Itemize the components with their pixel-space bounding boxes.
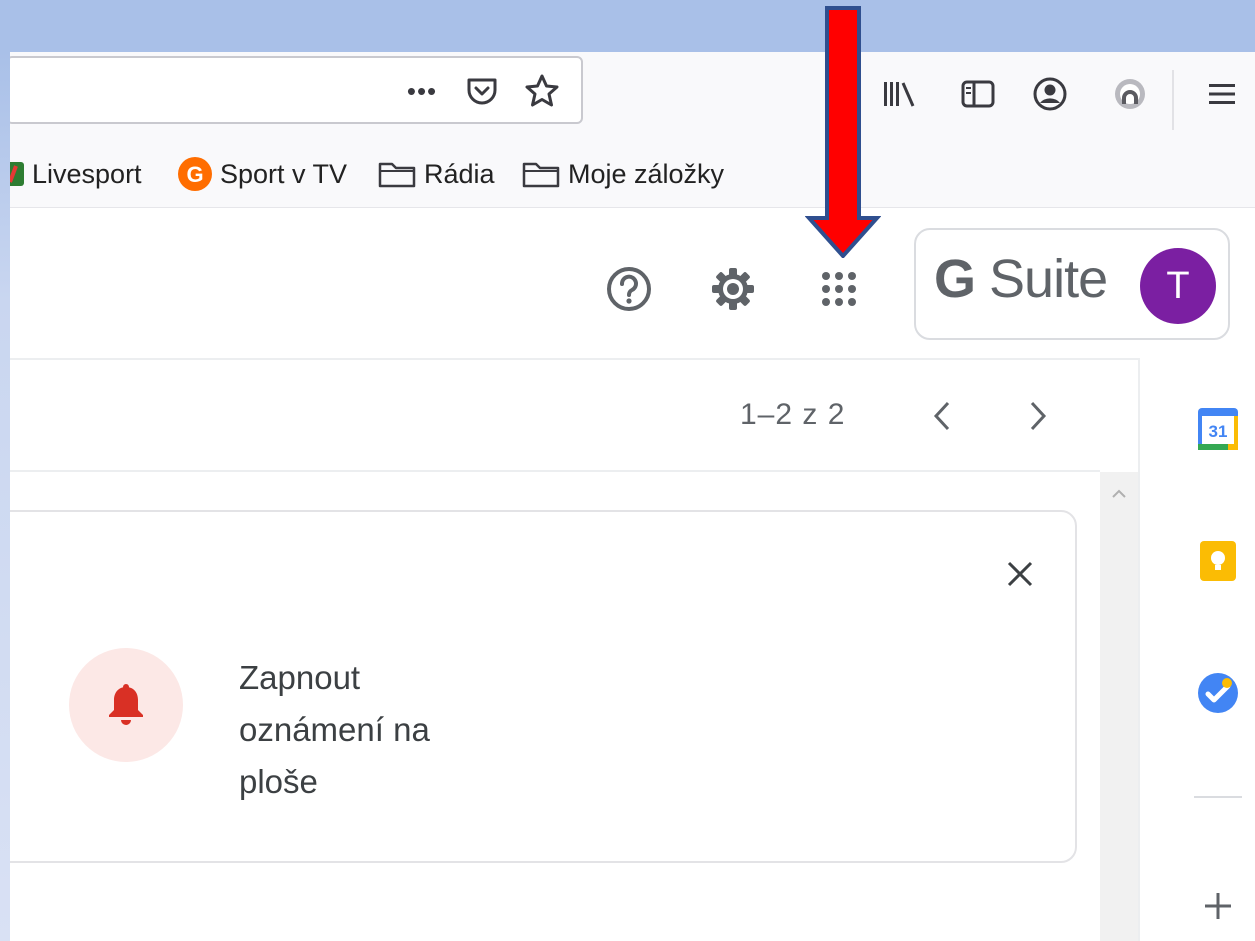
- notification-card: Zapnout oznámení na ploše: [10, 510, 1077, 863]
- side-panel-divider: [1194, 796, 1242, 798]
- scroll-up-icon[interactable]: [1108, 486, 1130, 502]
- bookmark-label: Rádia: [424, 158, 495, 189]
- extension-icon[interactable]: [1108, 72, 1152, 116]
- browser-window: ••• Livesport G Sport v TV Rádia Moje zá…: [10, 52, 1255, 941]
- bookmark-label: Moje záložky: [568, 158, 725, 189]
- chevron-right-icon[interactable]: [1018, 394, 1058, 438]
- url-bar[interactable]: •••: [10, 56, 583, 124]
- scrollbar[interactable]: [1100, 472, 1138, 941]
- folder-icon: [378, 162, 416, 188]
- svg-text:G: G: [186, 162, 203, 187]
- bookmark-livesport[interactable]: Livesport: [10, 152, 142, 196]
- bell-icon: [109, 684, 143, 725]
- close-icon[interactable]: [1000, 554, 1040, 594]
- sidebar-icon[interactable]: [956, 74, 1000, 114]
- hamburger-menu-icon[interactable]: [1200, 74, 1244, 114]
- bookmark-radia[interactable]: Rádia: [378, 152, 495, 196]
- help-icon[interactable]: [602, 262, 656, 316]
- apps-grid-icon[interactable]: [812, 262, 866, 316]
- red-arrow-annotation: [805, 6, 881, 258]
- bookmark-moje-zalozky[interactable]: Moje záložky: [522, 152, 724, 196]
- bell-icon-container: [69, 648, 183, 762]
- gmail-page: G Suite T 1–2 z 2 Zapnout oznámení na pl…: [10, 207, 1255, 941]
- list-divider: [10, 470, 1100, 472]
- avatar[interactable]: T: [1140, 248, 1216, 324]
- library-icon[interactable]: [878, 74, 922, 114]
- toolbar-separator: [1172, 70, 1174, 130]
- notification-text[interactable]: Zapnout oznámení na ploše: [239, 652, 499, 808]
- more-dots-icon[interactable]: •••: [400, 74, 444, 108]
- add-addon-icon[interactable]: [1194, 882, 1242, 930]
- bookmark-label: Livesport: [32, 158, 142, 189]
- livesport-favicon: [10, 162, 24, 186]
- google-tasks-icon[interactable]: [1194, 668, 1242, 718]
- bookmark-sport-v-tv[interactable]: G Sport v TV: [178, 152, 347, 196]
- pagination-count: 1–2 z 2: [740, 398, 846, 431]
- sport-tv-favicon: G: [178, 157, 212, 191]
- chevron-left-icon[interactable]: [922, 394, 962, 438]
- side-panel: 31: [1138, 358, 1255, 941]
- google-calendar-icon[interactable]: 31: [1194, 404, 1242, 454]
- gsuite-logo: G Suite: [934, 249, 1108, 309]
- account-icon[interactable]: [1028, 72, 1072, 116]
- gsuite-account-button[interactable]: G Suite T: [914, 228, 1230, 340]
- calendar-day: 31: [1209, 422, 1228, 441]
- bookmark-label: Sport v TV: [220, 158, 348, 189]
- header-divider: [10, 358, 1255, 360]
- pocket-icon[interactable]: [462, 71, 502, 111]
- folder-icon: [522, 162, 560, 188]
- google-keep-icon[interactable]: [1194, 536, 1242, 586]
- settings-gear-icon[interactable]: [706, 262, 760, 316]
- bookmark-star-icon[interactable]: [522, 71, 562, 111]
